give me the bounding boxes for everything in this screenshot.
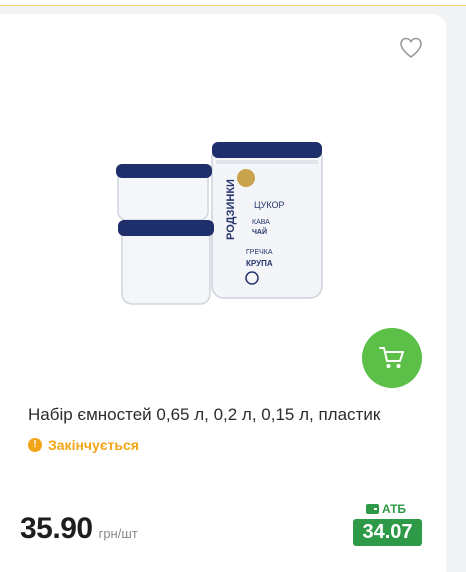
product-image[interactable]: РОДЗИНКИ ЦУКОР КАВА ЧАЙ ГРЕЧКА КРУПА bbox=[104, 130, 334, 310]
tall-container-lid bbox=[212, 142, 322, 158]
svg-text:ЦУКОР: ЦУКОР bbox=[254, 200, 285, 210]
small-container-top-lid bbox=[116, 164, 212, 178]
svg-text:РОДЗИНКИ: РОДЗИНКИ bbox=[225, 179, 237, 240]
svg-text:КАВА: КАВА bbox=[252, 219, 270, 226]
small-container-bottom-lid bbox=[118, 220, 214, 236]
small-container-bottom bbox=[121, 225, 211, 305]
svg-text:КРУПА: КРУПА bbox=[246, 259, 273, 268]
product-title[interactable]: Набір ємностей 0,65 л, 0,2 л, 0,15 л, пл… bbox=[28, 404, 438, 426]
add-to-cart-button[interactable] bbox=[362, 328, 422, 388]
loyalty-card-label: АТБ bbox=[366, 502, 406, 516]
stock-status: ! Закінчується bbox=[28, 437, 139, 453]
exclamation-icon: ! bbox=[28, 438, 42, 452]
price-unit: грн/шт bbox=[98, 526, 138, 541]
header-divider bbox=[0, 0, 466, 6]
heart-outline-icon bbox=[400, 37, 422, 59]
loyalty-card-price: 34.07 bbox=[353, 519, 422, 546]
wallet-icon bbox=[366, 504, 379, 514]
price-block: 35.90 грн/шт bbox=[20, 512, 138, 546]
loyalty-card-name: АТБ bbox=[382, 502, 407, 516]
shopping-cart-icon bbox=[379, 347, 404, 368]
favorite-button[interactable] bbox=[399, 37, 423, 59]
price-value: 35.90 bbox=[20, 512, 93, 545]
svg-text:ГРЕЧКА: ГРЕЧКА bbox=[246, 249, 273, 256]
tall-container-logo bbox=[237, 169, 255, 187]
svg-text:ЧАЙ: ЧАЙ bbox=[252, 227, 267, 236]
stock-status-label: Закінчується bbox=[48, 437, 139, 453]
